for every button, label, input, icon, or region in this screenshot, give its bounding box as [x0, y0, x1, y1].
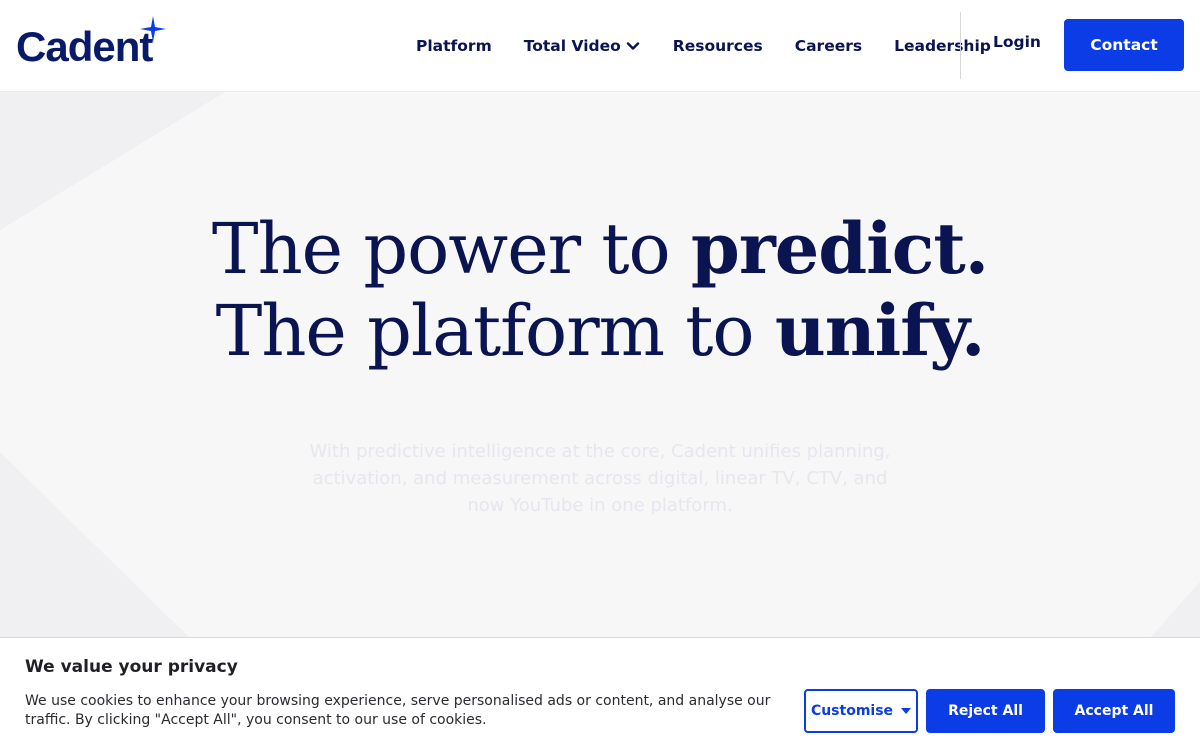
nav-divider	[960, 12, 961, 79]
nav-item-label: Total Video	[523, 37, 621, 55]
main-nav: Platform Total Video Resources Careers L…	[400, 0, 1007, 92]
cadent-logo[interactable]: Cadent	[16, 16, 176, 72]
nav-item-resources[interactable]: Resources	[673, 37, 763, 55]
nav-item-leadership[interactable]: Leadership	[894, 37, 991, 55]
hero-headline: The power to predict. The platform to un…	[0, 207, 1200, 373]
hero-section: The power to predict. The platform to un…	[0, 92, 1200, 638]
chevron-down-icon	[626, 42, 639, 50]
login-link[interactable]: Login	[993, 33, 1041, 51]
reject-all-button[interactable]: Reject All	[926, 689, 1045, 733]
contact-button[interactable]: Contact	[1064, 19, 1184, 71]
caret-down-icon	[901, 708, 912, 714]
hero-subtext: With predictive intelligence at the core…	[309, 441, 891, 516]
sparkle-icon	[140, 16, 166, 42]
site-header: Cadent Platform Total Video Resources Ca…	[0, 0, 1200, 92]
nav-item-careers[interactable]: Careers	[795, 37, 862, 55]
cookie-banner: We value your privacy We use cookies to …	[0, 637, 1200, 750]
customise-button[interactable]: Customise	[804, 689, 918, 733]
accept-all-button[interactable]: Accept All	[1053, 689, 1175, 733]
headline-line-1: The power to predict.	[211, 207, 989, 291]
headline-line-2: The platform to unify.	[215, 289, 986, 373]
nav-item-platform[interactable]: Platform	[416, 37, 492, 55]
customise-label: Customise	[810, 703, 894, 719]
cookie-title: We value your privacy	[25, 657, 238, 677]
cookie-text: We use cookies to enhance your browsing …	[25, 693, 771, 728]
logo-wordmark: Cadent	[16, 23, 153, 70]
nav-item-total-video[interactable]: Total Video	[524, 37, 641, 55]
